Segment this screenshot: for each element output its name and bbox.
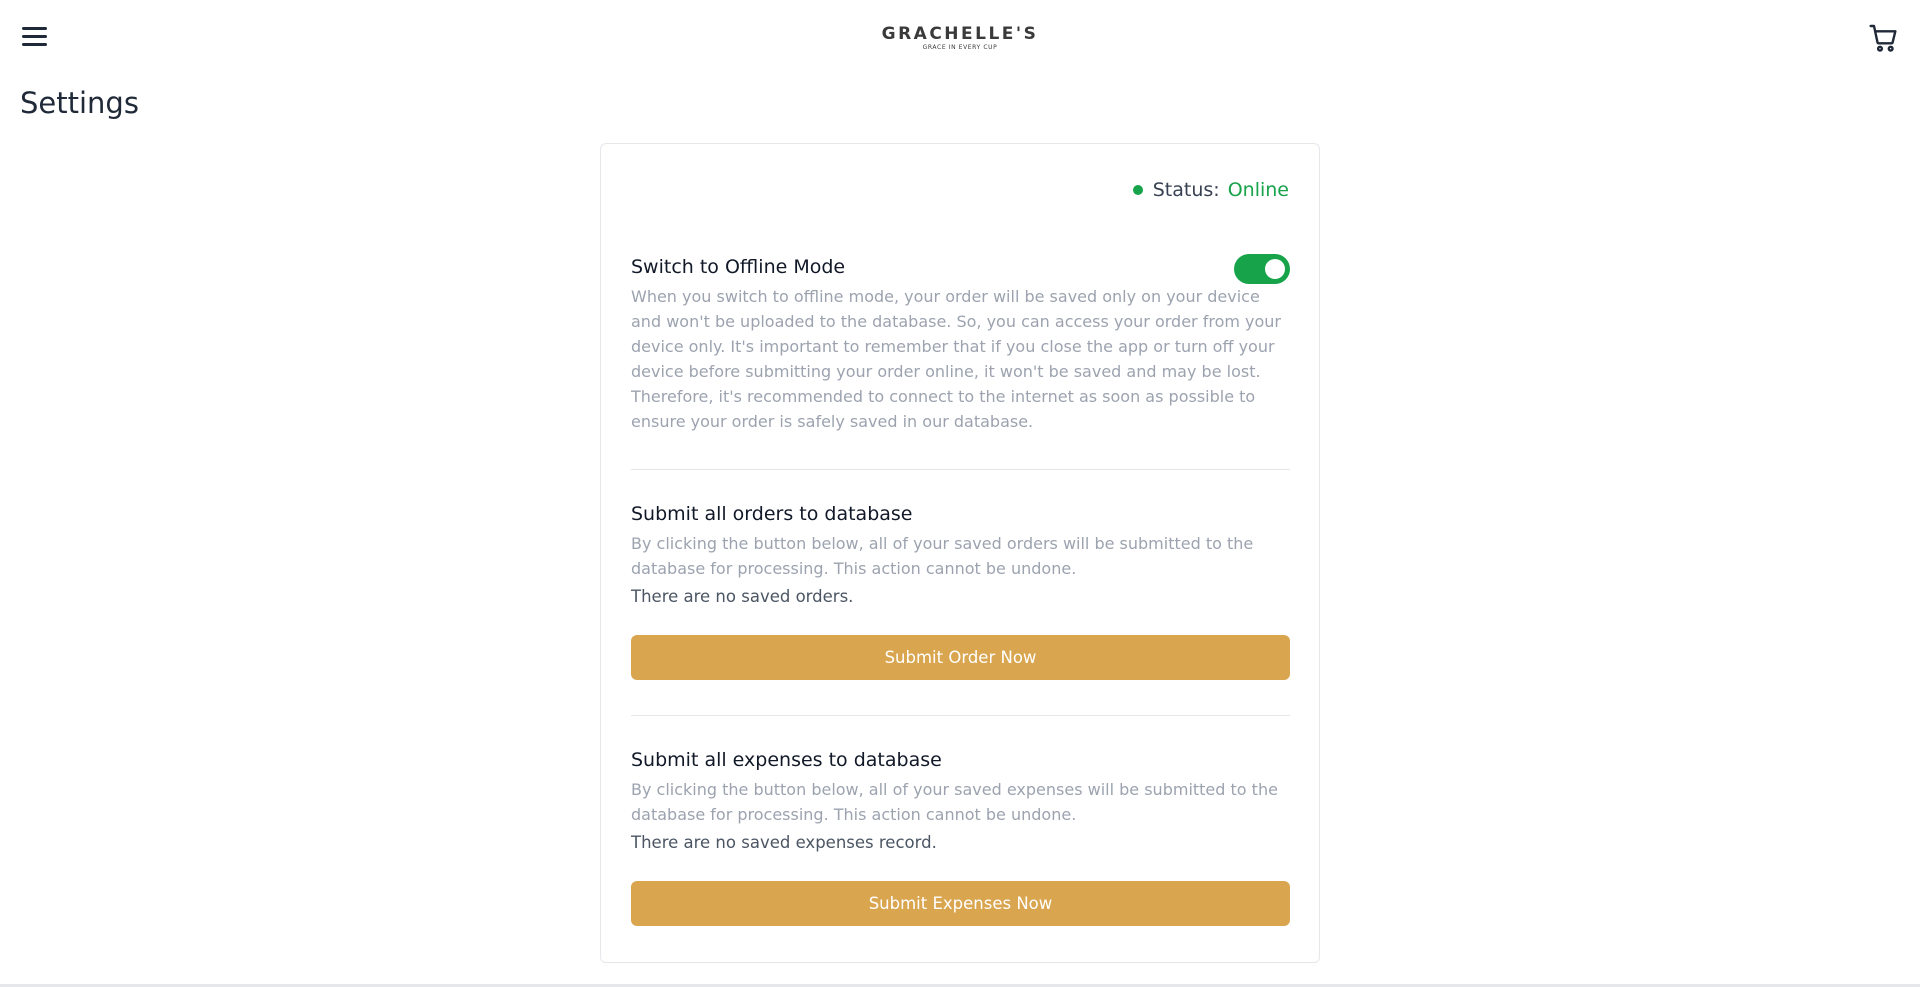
- submit-expenses-button[interactable]: Submit Expenses Now: [631, 881, 1290, 926]
- section-divider: [631, 469, 1290, 470]
- saved-expenses-note: There are no saved expenses record.: [631, 833, 937, 852]
- offline-mode-section: Switch to Offline Mode When you switch t…: [631, 254, 1290, 434]
- brand-tagline: GRACE IN EVERY CUP: [922, 44, 998, 51]
- submit-orders-title: Submit all orders to database: [631, 503, 913, 525]
- submit-expenses-section: Submit all expenses to database By click…: [631, 747, 1290, 926]
- submit-orders-description: By clicking the button below, all of you…: [631, 534, 1254, 578]
- toggle-knob: [1265, 259, 1285, 279]
- submit-orders-section: Submit all orders to database By clickin…: [631, 501, 1290, 680]
- settings-card: Status: Online Switch to Offline Mode Wh…: [600, 143, 1320, 963]
- submit-expenses-title: Submit all expenses to database: [631, 749, 942, 771]
- saved-orders-note: There are no saved orders.: [631, 587, 854, 606]
- status-label: Status:: [1152, 179, 1220, 201]
- section-divider: [631, 715, 1290, 716]
- hamburger-menu-icon[interactable]: [20, 24, 50, 50]
- shopping-cart-icon[interactable]: [1868, 22, 1900, 54]
- status-value: Online: [1227, 179, 1289, 201]
- page-title: Settings: [20, 86, 139, 120]
- connection-status: Status: Online: [1132, 178, 1289, 202]
- submit-order-button[interactable]: Submit Order Now: [631, 635, 1290, 680]
- offline-mode-toggle[interactable]: [1234, 254, 1290, 284]
- brand-name: GRACHELLE'S: [881, 24, 1039, 44]
- offline-mode-title: Switch to Offline Mode: [631, 256, 846, 278]
- brand-logo[interactable]: GRACHELLE'S GRACE IN EVERY CUP: [860, 24, 1060, 52]
- top-bar: GRACHELLE'S GRACE IN EVERY CUP: [0, 0, 1920, 76]
- offline-mode-description: When you switch to offline mode, your or…: [631, 287, 1282, 431]
- submit-expenses-description: By clicking the button below, all of you…: [631, 780, 1278, 824]
- status-dot-icon: [1132, 185, 1143, 195]
